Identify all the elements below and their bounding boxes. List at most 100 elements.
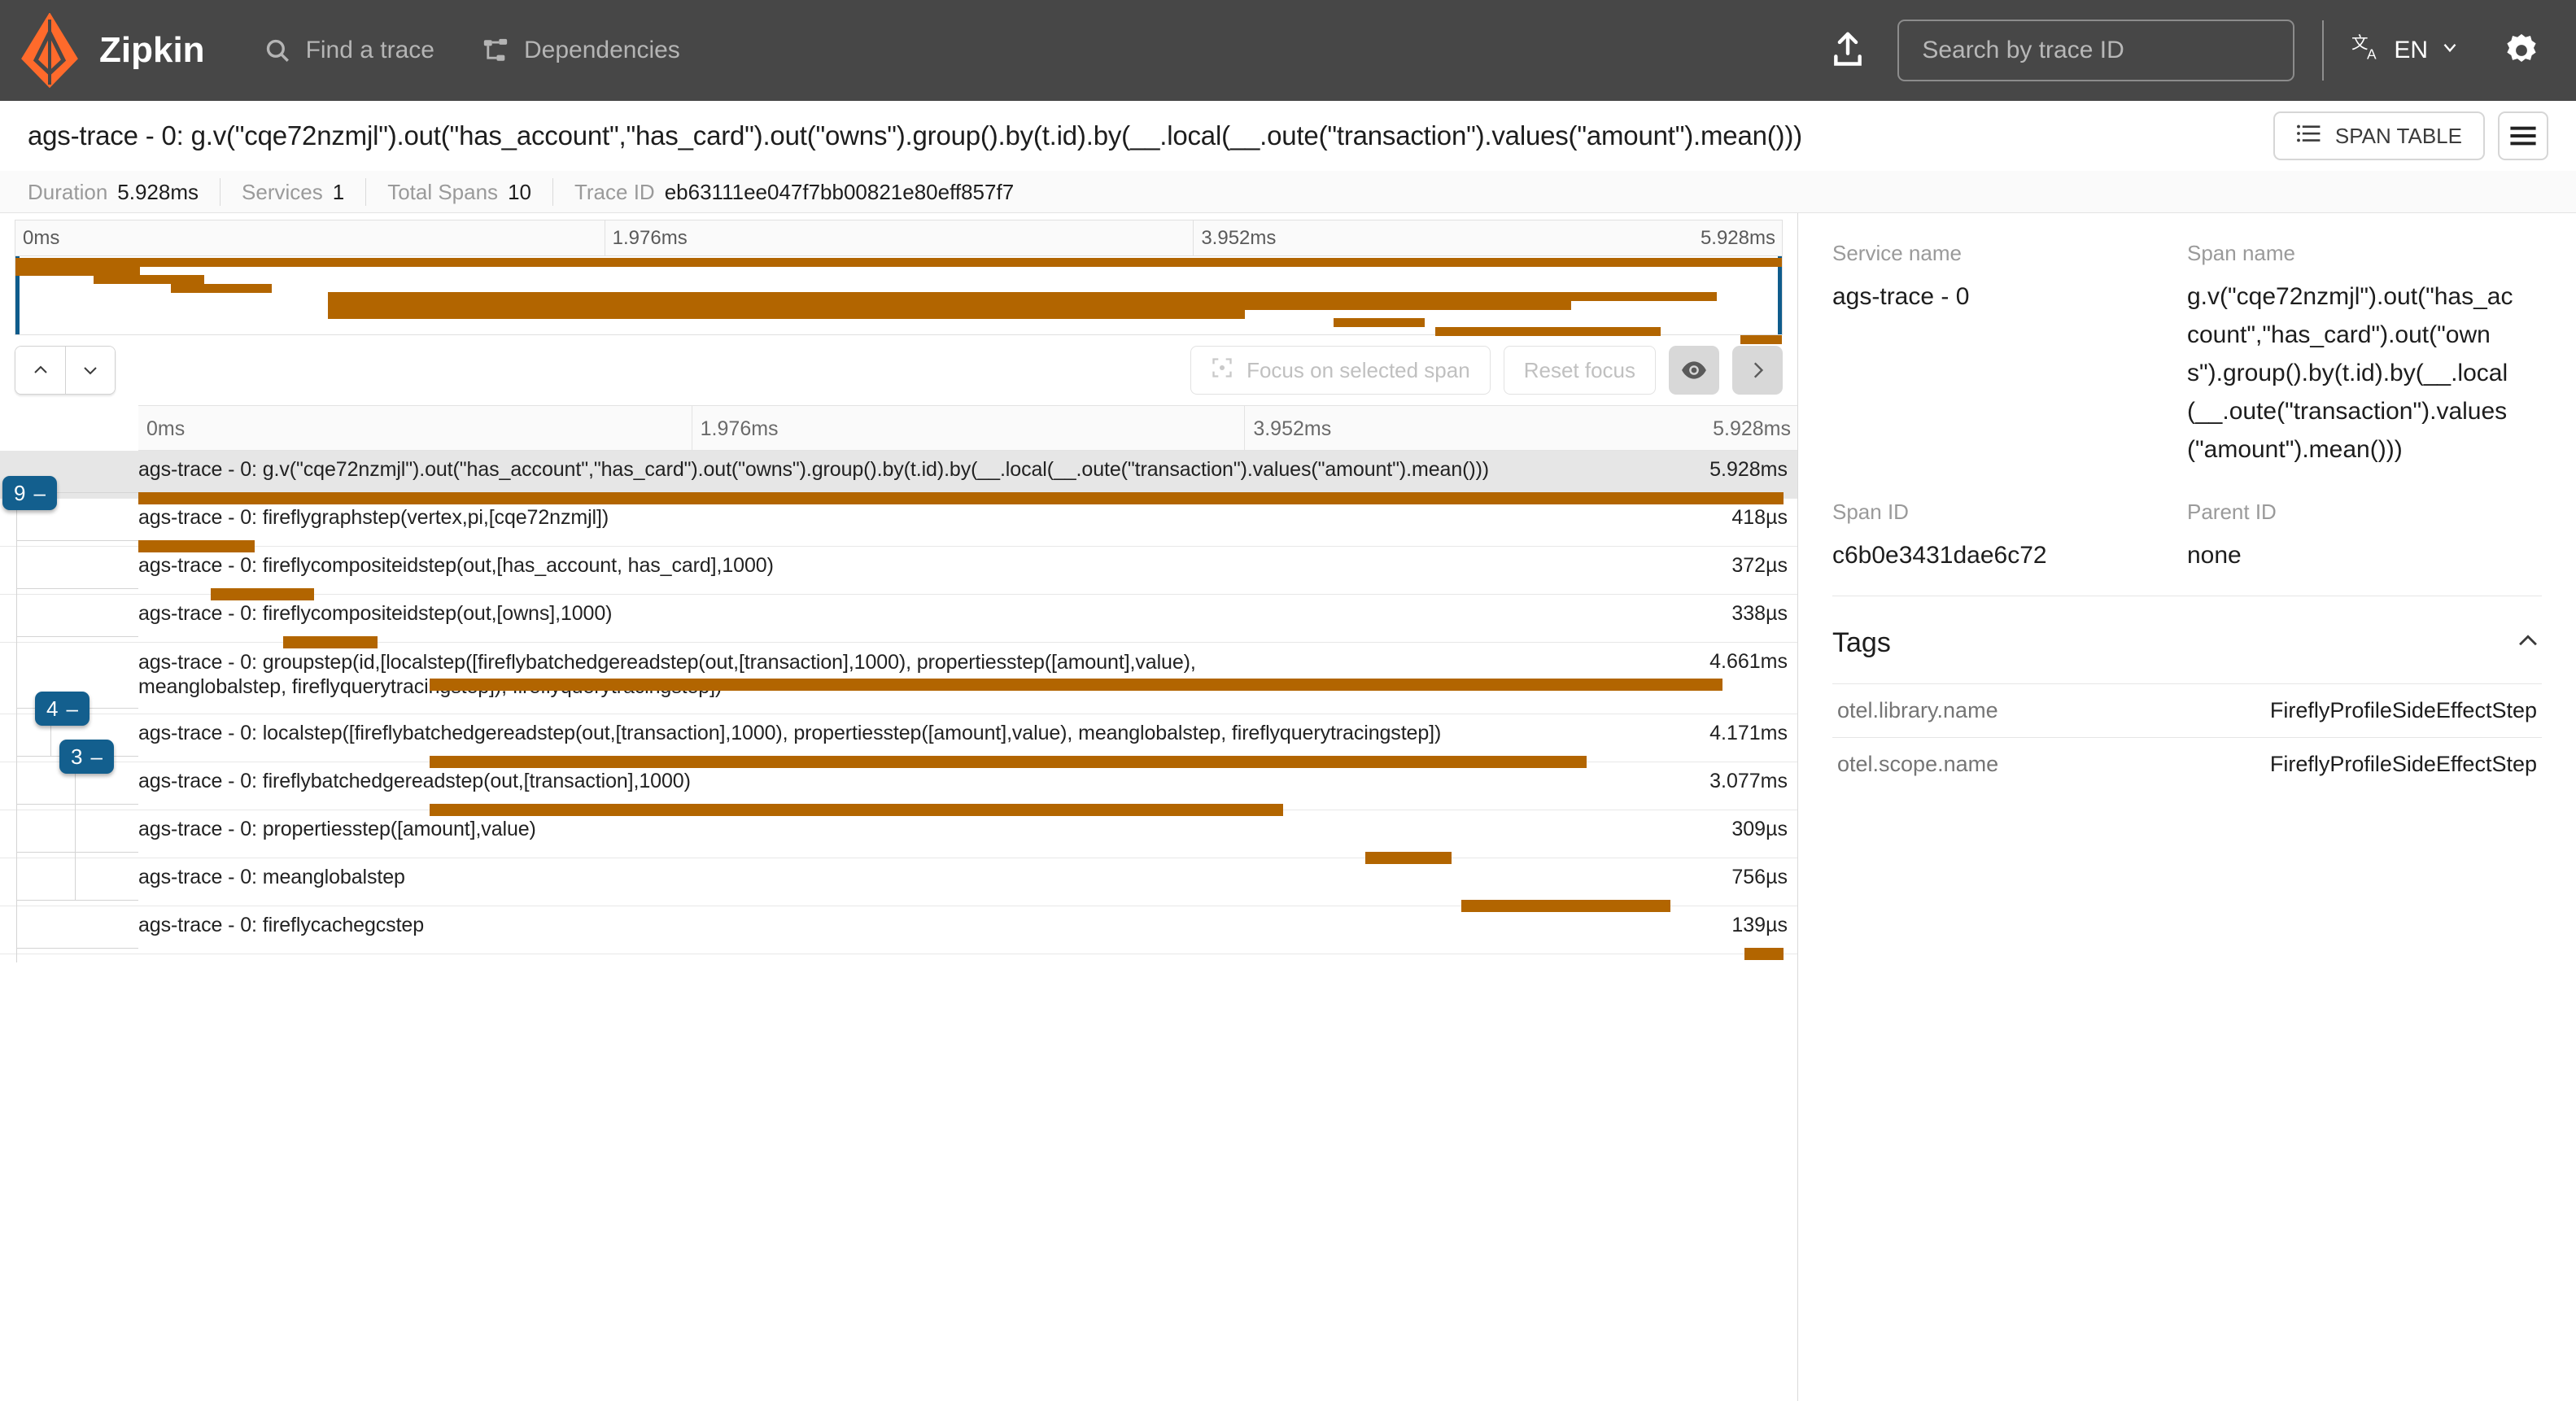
span-row-duration: 5.928ms xyxy=(1709,458,1788,481)
span-row-duration: 309µs xyxy=(1731,818,1788,840)
span-row-bar[interactable] xyxy=(211,588,314,600)
hamburger-icon[interactable] xyxy=(2498,111,2548,160)
overview-ruler: 0ms 1.976ms 3.952ms 5.928ms xyxy=(15,220,1783,255)
search-icon xyxy=(264,37,291,64)
overview-bars[interactable] xyxy=(15,255,1783,345)
span-row-label: ags-trace - 0: g.v("cqe72nzmjl").out("ha… xyxy=(138,458,1490,481)
span-row-duration: 338µs xyxy=(1731,602,1788,625)
reset-focus-button[interactable]: Reset focus xyxy=(1503,346,1656,395)
svg-text:A: A xyxy=(2367,46,2377,62)
span-row-bar[interactable] xyxy=(429,804,1284,816)
timeline-toolbar: Focus on selected span Reset focus xyxy=(0,335,1797,405)
span-list: 9–4–3– ags-trace - 0: g.v("cqe72nzmjl").… xyxy=(0,451,1797,962)
badge-count: 9 xyxy=(14,480,26,505)
meta-total-spans-value: 10 xyxy=(508,179,531,204)
span-row-bar[interactable] xyxy=(429,679,1723,691)
span-row-duration: 418µs xyxy=(1731,506,1788,529)
span-row-bar[interactable] xyxy=(1365,852,1452,864)
nav-item-find-a-trace-label: Find a trace xyxy=(305,37,434,63)
search-input[interactable] xyxy=(1920,36,2273,65)
search-by-trace-id-box[interactable] xyxy=(1897,20,2295,81)
span-timeline-ruler: 0ms 1.976ms 3.952ms 5.928ms xyxy=(138,405,1797,451)
overview-right-handle[interactable] xyxy=(1778,256,1782,334)
span-id-label: Span ID xyxy=(1832,500,1909,524)
ruler-tick: 1.976ms xyxy=(691,406,779,450)
span-row[interactable]: ags-trace - 0: fireflygraphstep(vertex,p… xyxy=(0,499,1797,552)
ruler-tick: 1.976ms xyxy=(604,220,688,255)
overview-span-bar xyxy=(328,309,1245,319)
span-row-bar[interactable] xyxy=(138,492,1784,504)
badge-count: 3 xyxy=(71,744,83,769)
tag-row: otel.library.name FireflyProfileSideEffec… xyxy=(1832,683,2542,737)
nav-item-find-a-trace[interactable]: Find a trace xyxy=(264,37,434,64)
span-row[interactable]: ags-trace - 0: groupstep(id,[localstep([… xyxy=(0,643,1797,714)
overview-span-bar xyxy=(15,266,141,276)
top-navbar: Zipkin Find a trace Dependencies Search … xyxy=(0,0,2576,101)
expand-all-button[interactable] xyxy=(15,347,65,394)
nav-left-group: Zipkin Find a trace Dependencies xyxy=(0,0,1821,101)
span-table-button-label: SPAN TABLE xyxy=(2334,123,2462,148)
dependencies-icon xyxy=(482,37,509,64)
span-row[interactable]: ags-trace - 0: propertiesstep([amount],v… xyxy=(0,810,1797,864)
span-tree-collapse-badge[interactable]: 9– xyxy=(2,476,57,510)
gear-icon[interactable] xyxy=(2503,32,2540,69)
meta-total-spans: Total Spans 10 xyxy=(387,177,553,206)
overview-span-bar xyxy=(1333,318,1426,328)
badge-count: 4 xyxy=(46,696,59,721)
page-title: ags-trace - 0: g.v("cqe72nzmjl").out("ha… xyxy=(28,120,1802,151)
span-ids-grid: Span ID c6b0e3431dae6c72 Parent ID none xyxy=(1832,500,2542,574)
ruler-tick: 5.928ms xyxy=(1713,417,1791,440)
span-name-value: g.v("cqe72nzmjl").out("has_account","has… xyxy=(2187,283,2513,463)
tag-key: otel.library.name xyxy=(1837,698,1998,722)
meta-trace-id: Trace ID eb63111ee047f7bb00821e80eff857f… xyxy=(574,178,1035,206)
span-row[interactable]: ags-trace - 0: fireflycompositeidstep(ou… xyxy=(0,595,1797,648)
span-row-bar[interactable] xyxy=(429,756,1587,768)
meta-duration-value: 5.928ms xyxy=(117,179,199,204)
span-name-block: Span name g.v("cqe72nzmjl").out("has_acc… xyxy=(2187,241,2542,469)
overview-span-bar xyxy=(93,275,204,285)
timeline-toolbar-right: Focus on selected span Reset focus xyxy=(1190,346,1783,395)
span-tree-collapse-badge[interactable]: 3– xyxy=(59,740,114,774)
span-name-label: Span name xyxy=(2187,241,2295,265)
span-row-bar[interactable] xyxy=(138,540,255,552)
eye-icon[interactable] xyxy=(1669,346,1719,395)
span-row[interactable]: ags-trace - 0: fireflybatchedgereadstep(… xyxy=(0,762,1797,816)
main-content: 0ms 1.976ms 3.952ms 5.928ms Focus on sel… xyxy=(0,213,2576,1401)
upload-icon[interactable] xyxy=(1821,24,1875,77)
overview-span-bar xyxy=(15,258,1782,267)
chevron-down-icon xyxy=(2439,37,2460,64)
span-table-button[interactable]: SPAN TABLE xyxy=(2273,111,2485,160)
span-row-bar[interactable] xyxy=(1460,900,1671,912)
span-row-label: ags-trace - 0: groupstep(id,[localstep([… xyxy=(138,651,1196,698)
tag-value: FireflyProfileSideEffectStep xyxy=(2269,698,2537,722)
span-row-duration: 4.171ms xyxy=(1709,722,1788,744)
span-row-label: ags-trace - 0: meanglobalstep xyxy=(138,866,405,888)
ruler-tick: 5.928ms xyxy=(1700,227,1775,249)
span-row[interactable]: ags-trace - 0: fireflycachegcstep 139µs xyxy=(0,906,1797,960)
span-row[interactable]: ags-trace - 0: localstep([fireflybatched… xyxy=(0,714,1797,768)
span-row-bar[interactable] xyxy=(283,636,378,648)
tags-section-header[interactable]: Tags xyxy=(1832,596,2542,683)
service-name-value: ags-trace - 0 xyxy=(1832,283,1970,310)
span-row[interactable]: ags-trace - 0: fireflycompositeidstep(ou… xyxy=(0,547,1797,600)
trace-meta-bar: Duration 5.928ms Services 1 Total Spans … xyxy=(0,171,2576,213)
language-selector[interactable]: 文 A EN xyxy=(2351,32,2460,69)
span-row-duration: 372µs xyxy=(1731,554,1788,577)
nav-item-dependencies[interactable]: Dependencies xyxy=(482,37,680,64)
badge-collapse-icon: – xyxy=(90,744,103,769)
span-row[interactable]: ags-trace - 0: g.v("cqe72nzmjl").out("ha… xyxy=(0,451,1797,504)
tag-row: otel.scope.name FireflyProfileSideEffectS… xyxy=(1832,737,2542,791)
collapse-all-button[interactable] xyxy=(65,347,115,394)
tags-title: Tags xyxy=(1832,627,1891,658)
span-tree-collapse-badge[interactable]: 4– xyxy=(35,692,90,726)
focus-on-selected-span-button[interactable]: Focus on selected span xyxy=(1190,346,1491,395)
service-name-block: Service name ags-trace - 0 xyxy=(1832,241,2187,469)
span-row-label: ags-trace - 0: localstep([fireflybatched… xyxy=(138,722,1442,744)
chevron-up-icon[interactable] xyxy=(2514,627,2542,659)
ruler-tick: 3.952ms xyxy=(1193,220,1276,255)
zipkin-logo[interactable] xyxy=(0,0,99,101)
tags-list: otel.library.name FireflyProfileSideEffec… xyxy=(1832,683,2542,791)
chevron-right-icon[interactable] xyxy=(1732,346,1783,395)
span-row[interactable]: ags-trace - 0: meanglobalstep 756µs xyxy=(0,858,1797,912)
span-row-bar[interactable] xyxy=(1744,948,1784,960)
